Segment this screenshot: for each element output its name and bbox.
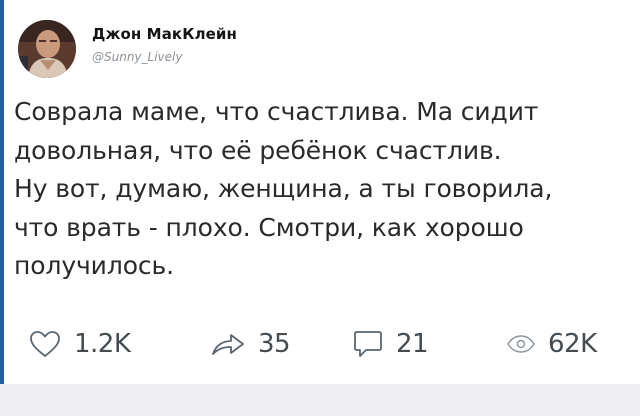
views-indicator[interactable]: 62K [506,324,597,364]
action-bar: 1.2K 35 21 62K [4,324,640,364]
share-arrow-icon [210,329,246,359]
heart-icon [28,329,62,359]
like-count: 1.2K [74,329,131,359]
speech-bubble-icon [352,328,384,360]
user-handle[interactable]: @Sunny_Lively [92,50,182,64]
display-name[interactable]: Джон МакКлейн [92,25,237,43]
like-button[interactable]: 1.2K [28,324,131,364]
avatar-photo [18,20,76,78]
views-count: 62K [548,329,597,359]
avatar[interactable] [18,20,76,78]
reply-button[interactable]: 21 [352,324,429,364]
tweet-card: Джон МакКлейн @Sunny_Lively Соврала маме… [0,0,640,384]
share-count: 35 [258,329,291,359]
bottom-divider [0,384,640,416]
reply-count: 21 [396,329,429,359]
tweet-text: Соврала маме, что счастлива. Ма сидит до… [14,97,553,280]
share-button[interactable]: 35 [210,324,291,364]
eye-icon [506,334,536,354]
